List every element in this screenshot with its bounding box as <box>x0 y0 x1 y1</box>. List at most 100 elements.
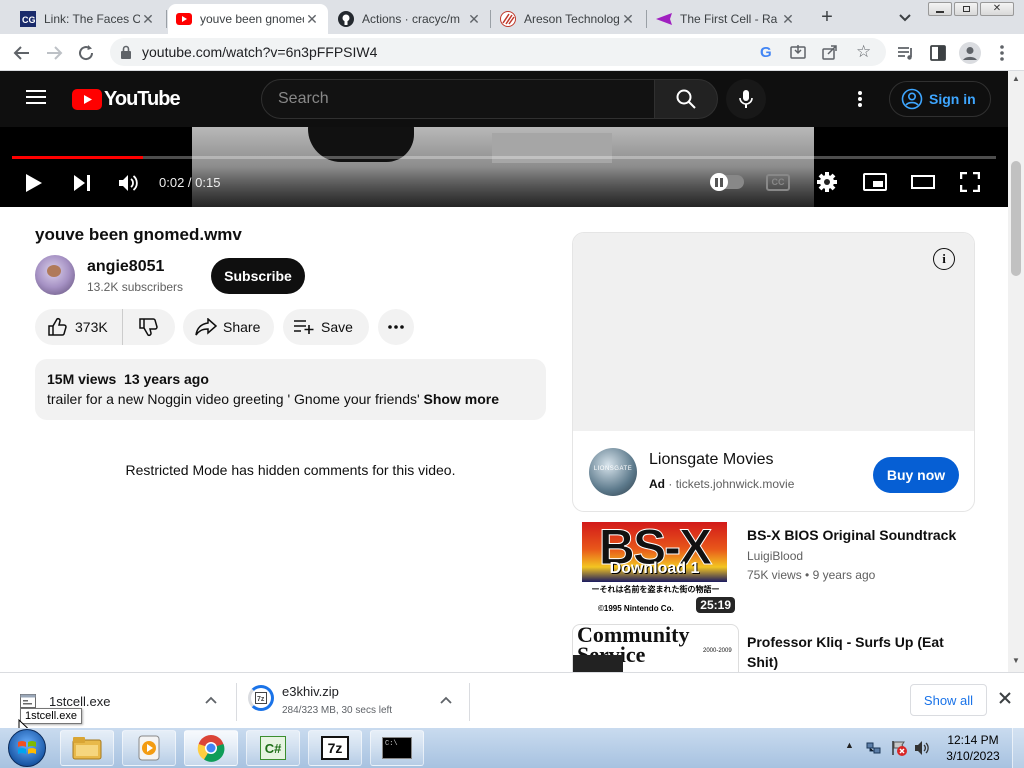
description-box[interactable]: 15M views 13 years ago trailer for a new… <box>35 359 546 420</box>
hamburger-menu-icon[interactable] <box>26 89 46 105</box>
close-tab-icon[interactable]: ✕ <box>466 11 482 28</box>
microphone-icon <box>739 89 753 109</box>
omnibox[interactable]: youtube.com/watch?v=6n3pFFPSIW4 G ☆ <box>110 38 886 66</box>
miniplayer-icon[interactable] <box>863 173 887 191</box>
start-button[interactable] <box>8 729 46 767</box>
recommendation-thumbnail[interactable]: Community Service 2000-2009 <box>572 624 739 672</box>
side-panel-icon[interactable] <box>926 41 950 65</box>
cmd-icon: C:\ <box>382 737 412 759</box>
tab-link-faces[interactable]: CG Link: The Faces Of ✕ <box>12 4 164 34</box>
play-icon[interactable] <box>24 172 44 194</box>
share-button[interactable]: Share <box>183 309 274 345</box>
close-downloads-icon[interactable] <box>999 692 1011 704</box>
network-icon[interactable] <box>866 740 882 756</box>
taskbar-csharp[interactable]: C# <box>246 730 300 766</box>
next-icon[interactable] <box>72 174 92 192</box>
recommendation-item[interactable]: Community Service 2000-2009 Professor Kl… <box>572 624 975 672</box>
install-icon[interactable] <box>790 44 806 60</box>
taskbar-explorer[interactable] <box>60 730 114 766</box>
close-tab-icon[interactable]: ✕ <box>304 11 320 28</box>
download-options-chevron-icon[interactable] <box>205 695 217 705</box>
video-player[interactable]: 0:02 / 0:15 CC <box>0 127 1008 207</box>
show-more-link[interactable]: Show more <box>424 391 499 407</box>
google-icon[interactable]: G <box>760 44 772 61</box>
scroll-down-icon[interactable]: ▼ <box>1012 656 1020 665</box>
lock-icon[interactable] <box>120 45 132 59</box>
forward-icon[interactable] <box>42 41 66 65</box>
theater-mode-icon[interactable] <box>911 174 935 190</box>
advertiser-name: Lionsgate Movies <box>649 451 774 468</box>
progress-track[interactable] <box>12 156 996 159</box>
recommendation-title[interactable]: BS-X BIOS Original Soundtrack <box>747 525 972 545</box>
advertiser-logo-text: LIONSGATE <box>593 466 633 472</box>
channel-name[interactable]: angie8051 <box>87 258 164 276</box>
taskbar-cmd[interactable]: C:\ <box>370 730 424 766</box>
subscribe-button[interactable]: Subscribe <box>211 258 305 294</box>
recommendation-title[interactable]: Professor Kliq - Surfs Up (Eat Shit) <box>747 632 962 672</box>
close-tab-icon[interactable]: ✕ <box>140 11 156 28</box>
channel-avatar[interactable] <box>35 255 75 295</box>
recommendation-item[interactable]: BS-X Download 1 ーそれは名前を盗まれた街の物語ー ©1995 N… <box>572 522 975 616</box>
autoplay-toggle[interactable] <box>710 173 744 191</box>
tab-youtube[interactable]: youve been gnomed ✕ <box>168 4 328 34</box>
media-queue-icon[interactable] <box>894 41 918 65</box>
close-tab-icon[interactable]: ✕ <box>780 11 796 28</box>
taskbar-media-player[interactable] <box>122 730 176 766</box>
time-display: 0:02 / 0:15 <box>159 175 221 190</box>
new-tab-icon[interactable]: + <box>816 6 838 28</box>
tab-first-cell[interactable]: The First Cell - Ra ✕ <box>648 4 804 34</box>
action-center-flag-icon[interactable] <box>890 739 908 757</box>
recommendation-channel[interactable]: LuigiBlood <box>747 549 803 563</box>
captions-icon[interactable]: CC <box>766 174 790 191</box>
buy-now-button[interactable]: Buy now <box>873 457 959 493</box>
search-input[interactable]: Search <box>261 79 655 119</box>
taskbar-chrome[interactable] <box>184 730 238 766</box>
reload-icon[interactable] <box>74 41 98 65</box>
page-scrollbar[interactable]: ▲ ▼ <box>1008 71 1024 672</box>
youtube-logo[interactable]: YouTube <box>72 88 181 111</box>
zip-file-icon: 7z <box>255 692 267 704</box>
volume-tray-icon[interactable] <box>914 740 932 756</box>
save-button[interactable]: Save <box>283 309 369 345</box>
fullscreen-icon[interactable] <box>960 172 980 192</box>
download-item-e3khiv[interactable]: 7z e3khiv.zip 284/323 MB, 30 secs left <box>238 673 468 728</box>
scrollbar-thumb[interactable] <box>1011 161 1021 276</box>
settings-kebab-icon[interactable] <box>858 91 862 107</box>
chrome-menu-icon[interactable] <box>990 41 1014 65</box>
taskbar-7zip[interactable]: 7z <box>308 730 362 766</box>
minimize-icon[interactable] <box>928 2 952 16</box>
tab-github[interactable]: Actions · cracyc/m ✕ <box>330 4 490 34</box>
settings-gear-icon[interactable] <box>816 171 838 193</box>
url-text[interactable]: youtube.com/watch?v=6n3pFFPSIW4 <box>142 44 377 60</box>
volume-icon[interactable] <box>118 173 140 193</box>
ad-info-icon[interactable]: i <box>933 248 955 270</box>
download-options-chevron-icon[interactable] <box>440 695 452 705</box>
restore-icon[interactable] <box>954 2 978 16</box>
more-actions-button[interactable] <box>378 309 414 345</box>
bookmark-star-icon[interactable]: ☆ <box>856 42 871 62</box>
recommendation-thumbnail[interactable]: BS-X Download 1 ーそれは名前を盗まれた街の物語ー ©1995 N… <box>572 522 739 616</box>
tab-search-icon[interactable] <box>896 8 914 26</box>
show-all-button[interactable]: Show all <box>910 684 987 716</box>
voice-search-button[interactable] <box>726 79 766 119</box>
duration-badge: 25:19 <box>696 597 735 613</box>
profile-icon[interactable] <box>958 41 982 65</box>
progress-fill <box>12 156 143 159</box>
show-hidden-icons-icon[interactable]: ▲ <box>845 740 854 750</box>
dislike-button[interactable] <box>123 309 173 345</box>
back-icon[interactable] <box>10 41 34 65</box>
ad-card[interactable]: i LIONSGATE Lionsgate Movies Ad · ticket… <box>572 232 975 512</box>
clock[interactable]: 12:14 PM 3/10/2023 <box>940 733 1006 763</box>
search-button[interactable] <box>654 79 718 119</box>
explorer-icon <box>72 736 102 760</box>
share-page-icon[interactable] <box>822 44 838 60</box>
sign-in-button[interactable]: Sign in <box>889 81 991 117</box>
tab-areson[interactable]: Areson Technology ✕ <box>492 4 644 34</box>
close-tab-icon[interactable]: ✕ <box>620 11 636 28</box>
close-window-icon[interactable]: ✕ <box>980 2 1014 16</box>
show-desktop-button[interactable] <box>1012 728 1024 768</box>
watch-page: youve been gnomed.wmv angie8051 13.2K su… <box>0 207 1008 672</box>
youtube-play-logo-icon <box>72 89 102 110</box>
scroll-up-icon[interactable]: ▲ <box>1012 74 1020 83</box>
like-button[interactable]: 373K <box>35 309 123 345</box>
